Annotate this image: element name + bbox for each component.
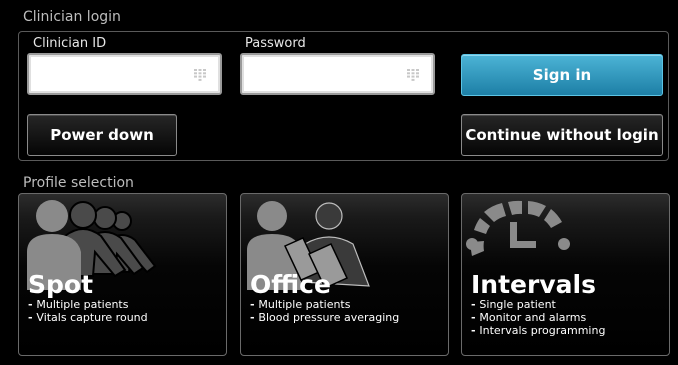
keypad-icon[interactable] <box>407 69 419 81</box>
power-down-button[interactable]: Power down <box>27 114 177 156</box>
profile-line: Single patient <box>471 298 605 311</box>
profile-title: Office <box>250 270 331 299</box>
password-label: Password <box>245 36 306 51</box>
profile-title: Spot <box>28 270 94 299</box>
sign-in-button[interactable]: Sign in <box>461 54 663 96</box>
clinician-login-heading: Clinician login <box>23 9 121 25</box>
password-input[interactable] <box>240 53 435 95</box>
profile-line: Blood pressure averaging <box>250 311 399 324</box>
profile-title: Intervals <box>471 270 596 299</box>
profile-line: Multiple patients <box>250 298 399 311</box>
profile-line: Intervals programming <box>471 324 605 337</box>
profile-line: Monitor and alarms <box>471 311 605 324</box>
profile-card-office[interactable]: Office Multiple patients Blood pressure … <box>240 193 449 356</box>
continue-without-login-button[interactable]: Continue without login <box>461 114 663 156</box>
clinician-id-input[interactable] <box>27 53 222 95</box>
profile-selection-heading: Profile selection <box>23 175 134 191</box>
profile-card-intervals[interactable]: Intervals Single patient Monitor and ala… <box>461 193 670 356</box>
profile-description: Single patient Monitor and alarms Interv… <box>471 298 605 337</box>
profile-line: Vitals capture round <box>28 311 147 324</box>
profile-card-spot[interactable]: Spot Multiple patients Vitals capture ro… <box>18 193 227 356</box>
profile-line: Multiple patients <box>28 298 148 311</box>
clinician-login-panel: Clinician ID Password Sign in Power down… <box>18 31 669 161</box>
profile-description: Multiple patients Blood pressure averagi… <box>250 298 399 324</box>
profile-description: Multiple patients Vitals capture round <box>28 298 148 324</box>
keypad-icon[interactable] <box>194 69 206 81</box>
clinician-id-label: Clinician ID <box>33 36 107 51</box>
